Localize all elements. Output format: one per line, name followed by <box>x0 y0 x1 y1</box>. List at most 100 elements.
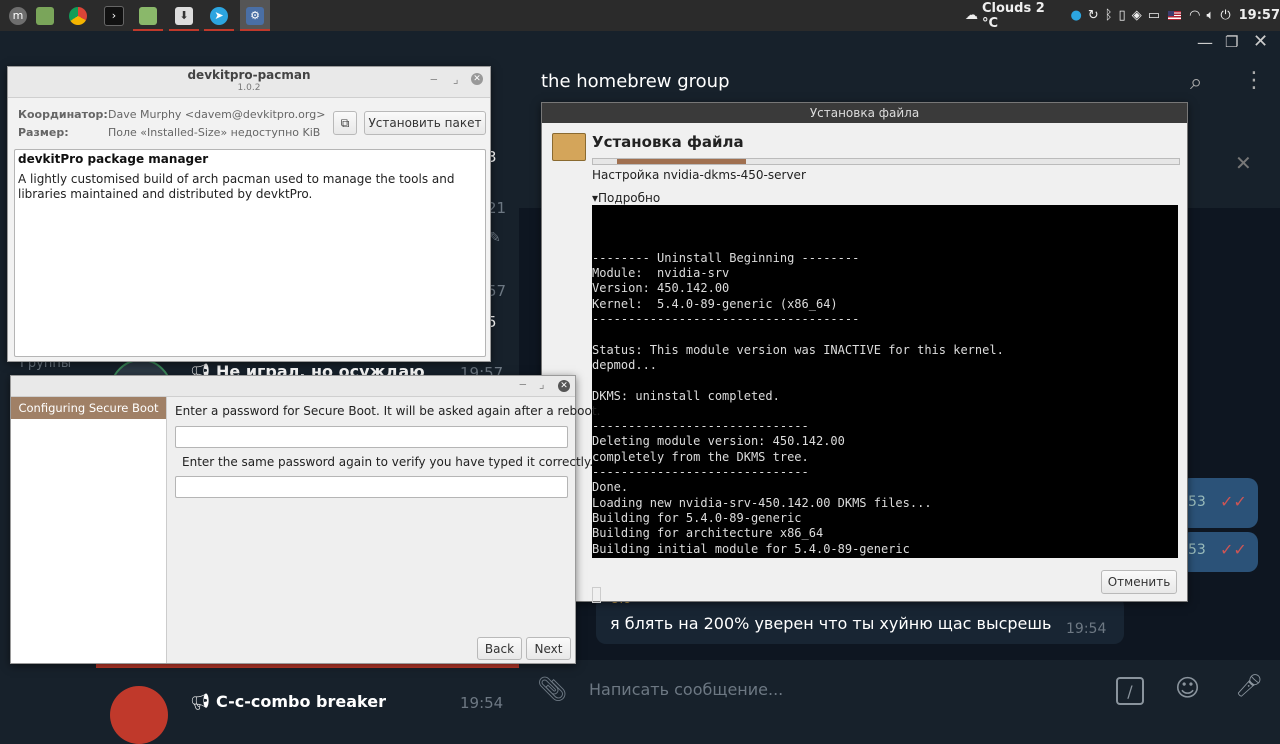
app-menu-button[interactable]: m <box>3 0 33 31</box>
settings-icon: ⚙ <box>246 6 264 25</box>
close-pinned-icon[interactable]: ✕ <box>1235 151 1252 175</box>
taskbar-chrome[interactable] <box>63 0 93 31</box>
terminal-line: ------------------------------ <box>592 419 809 434</box>
power-icon[interactable]: ⏻ <box>1220 8 1230 23</box>
minimize-icon[interactable]: ‒ <box>430 72 438 86</box>
taskbar-telegram[interactable]: ➤ <box>204 0 234 31</box>
avatar <box>110 686 168 744</box>
terminal-line: depmod... <box>592 357 658 372</box>
copy-button[interactable]: ⧉ <box>333 111 357 135</box>
message-input[interactable]: Написать сообщение... <box>589 680 783 699</box>
description-title: devkitPro package manager <box>18 152 209 166</box>
size-label: Размер: <box>18 126 69 139</box>
sync-icon[interactable]: ↻ <box>1088 8 1099 23</box>
back-button[interactable]: Back <box>477 637 522 660</box>
top-panel: m › ⬇ ➤ ⚙ ☁ Clouds 2 °C ● ↻ ᛒ ▯ ◈ ▭ ◠ 🔈︎… <box>0 0 1280 31</box>
next-button[interactable]: Next <box>526 637 571 660</box>
close-icon[interactable]: ✕ <box>471 73 483 85</box>
install-heading: Установка файла <box>592 133 744 151</box>
progress-fill <box>617 159 746 164</box>
flag-us-icon[interactable] <box>1167 11 1182 20</box>
terminal-line: Module: nvidia-srv <box>592 266 730 281</box>
clipboard-icon[interactable]: ▯ <box>1119 8 1126 23</box>
emoji-icon[interactable]: ☺ <box>1175 674 1200 702</box>
message-time: 53 <box>1188 494 1206 510</box>
message-bubble[interactable]: 53 ✓✓ <box>1180 478 1258 528</box>
terminal-line: Status: This module version was INACTIVE… <box>592 342 1004 357</box>
microphone-icon[interactable]: 🎤︎ <box>1235 674 1263 699</box>
terminal-line: Building initial module for 5.4.0-89-gen… <box>592 541 910 556</box>
read-check-icon: ✓✓ <box>1220 540 1247 559</box>
terminal-line: Done. <box>592 480 629 495</box>
terminal-line: -------- Uninstall Beginning -------- <box>592 250 860 265</box>
search-icon[interactable]: ⌕ <box>1190 70 1202 95</box>
commands-icon[interactable]: / <box>1116 677 1144 705</box>
selected-chat-strip <box>96 662 519 683</box>
terminal-line: Version: 450.142.00 <box>592 281 730 296</box>
terminal-line: Kernel: 5.4.0-89-generic (x86_64) <box>592 296 838 311</box>
details-toggle[interactable]: ▾Подробно <box>592 191 660 205</box>
maximize-icon[interactable]: ❐ <box>1225 33 1238 51</box>
attach-icon[interactable]: 📎︎ <box>537 675 567 703</box>
minimize-icon[interactable]: ‒ <box>519 377 527 391</box>
more-icon[interactable]: ⋮ <box>1243 68 1265 93</box>
volume-icon[interactable]: 🔈︎ <box>1207 8 1215 23</box>
wifi-icon[interactable]: ◠ <box>1189 8 1200 23</box>
chat-row[interactable]: 📢︎ C-c-combo breaker 19:54 <box>96 682 519 744</box>
package-box-icon <box>552 133 586 161</box>
maximize-icon[interactable]: ⌟ <box>539 377 545 391</box>
shield-icon[interactable]: ◈ <box>1132 8 1142 23</box>
window-icon[interactable]: ▭ <box>1148 8 1160 23</box>
tg-window-bar: — ❐ ✕ <box>519 31 1280 58</box>
cloud-icon: ☁ <box>965 8 978 23</box>
compose-bar: 📎︎ Написать сообщение... / ☺ 🎤︎ <box>519 660 1280 720</box>
secure-boot-titlebar[interactable]: ‒ ⌟ ✕ <box>11 376 575 397</box>
minimize-icon[interactable]: — <box>1197 33 1213 52</box>
terminal-output[interactable]: -------- Uninstall Beginning -------- Mod… <box>592 205 1178 604</box>
password-field[interactable] <box>175 426 568 448</box>
step-item[interactable]: Configuring Secure Boot <box>11 397 166 419</box>
installer-icon: ⬇ <box>175 6 193 25</box>
close-window-icon[interactable]: ✕ <box>1253 31 1268 52</box>
password-prompt: Enter a password for Secure Boot. It wil… <box>175 404 601 418</box>
terminal-line: ------------------------------------- <box>592 312 860 327</box>
terminal-line: Building for 5.4.0-89-generic <box>592 510 802 525</box>
verify-password-field[interactable] <box>175 476 568 498</box>
files-icon <box>36 6 54 25</box>
progress-bar <box>592 158 1180 165</box>
install-package-button[interactable]: Установить пакет <box>364 111 486 135</box>
maximize-icon[interactable]: ⌟ <box>453 72 459 86</box>
description-text: A lightly customised build of arch pacma… <box>18 172 455 201</box>
taskbar-files[interactable] <box>30 0 60 31</box>
chat-title[interactable]: the homebrew group <box>541 71 730 92</box>
window-title: devkitpro-pacman <box>187 68 311 82</box>
chat-name: C-c-combo breaker <box>216 692 386 711</box>
clock[interactable]: 19:57 <box>1239 8 1280 23</box>
taskbar-terminal[interactable]: › <box>99 0 129 31</box>
bluetooth-icon[interactable]: ᛒ <box>1105 8 1113 23</box>
taskbar-installer[interactable]: ⬇ <box>169 0 199 31</box>
cancel-button[interactable]: Отменить <box>1101 570 1177 594</box>
install-status: Настройка nvidia-dkms-450-server <box>592 168 806 182</box>
window-version: 1.0.2 <box>237 83 261 93</box>
message-bubble[interactable]: 53 ✓✓ <box>1180 532 1258 572</box>
terminal-line: Deleting module version: 450.142.00 <box>592 434 845 449</box>
terminal-icon: › <box>104 5 124 26</box>
install-file-window: Установка файла Установка файла Настройк… <box>541 102 1188 604</box>
weather-label[interactable]: Clouds 2 °C <box>982 1 1060 31</box>
pacman-titlebar[interactable]: devkitpro-pacman 1.0.2 ‒ ⌟ ✕ <box>8 67 490 98</box>
system-tray: ☁ Clouds 2 °C ● ↻ ᛒ ▯ ◈ ▭ ◠ 🔈︎ ⏻ 19:57 <box>965 0 1280 31</box>
taskbar-folder[interactable] <box>133 0 163 31</box>
details-label: Подробно <box>598 191 661 205</box>
install-titlebar[interactable]: Установка файла <box>542 103 1187 123</box>
taskbar-settings[interactable]: ⚙ <box>240 0 270 31</box>
telegram-tray-icon[interactable]: ● <box>1070 8 1081 23</box>
terminal-line: DKMS: uninstall completed. <box>592 388 780 403</box>
chat-header: the homebrew group ⌕ ⋮ <box>519 58 1280 108</box>
terminal-cursor <box>592 587 601 604</box>
window-title: Установка файла <box>809 106 920 120</box>
close-icon[interactable]: ✕ <box>558 380 570 392</box>
steps-sidebar: Configuring Secure Boot <box>11 397 167 663</box>
